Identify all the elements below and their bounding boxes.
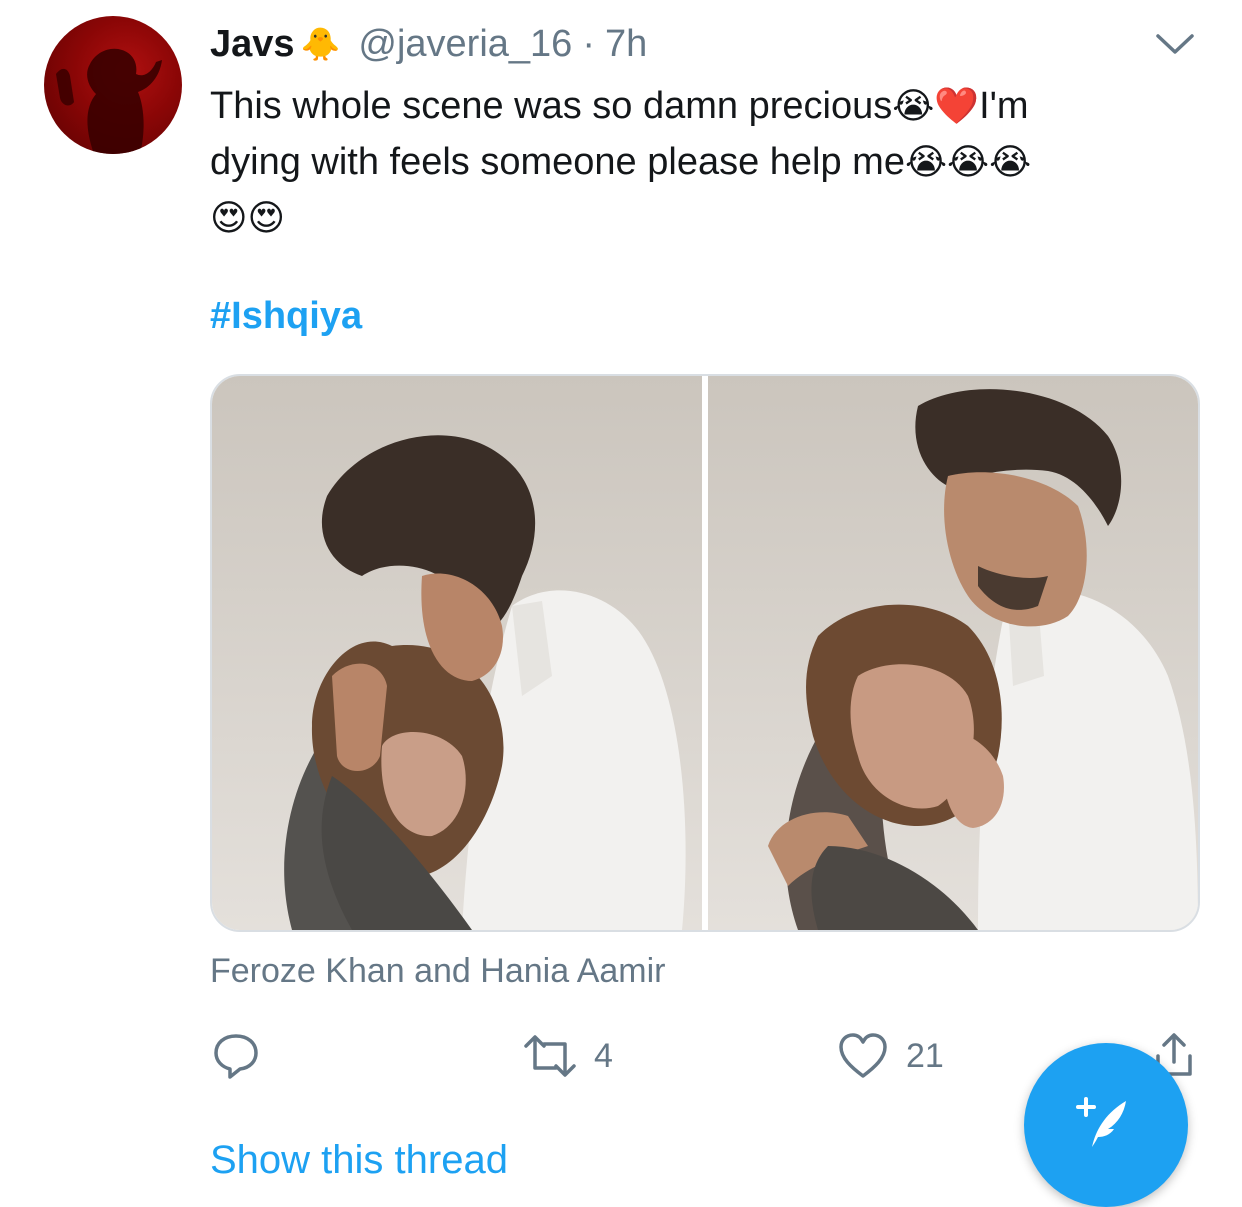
tweet-emoji-group-2: 😭😭😭	[904, 141, 1032, 182]
reply-icon	[214, 1034, 258, 1079]
author-name[interactable]: Javs	[210, 23, 295, 66]
avatar-silhouette	[56, 48, 162, 154]
compose-tweet-button[interactable]	[1024, 1043, 1188, 1207]
like-icon	[839, 1033, 887, 1078]
reply-button[interactable]	[210, 1030, 262, 1082]
author-emoji: 🐥	[300, 26, 341, 62]
hashtag-link[interactable]: #Ishqiya	[210, 295, 362, 338]
photo-right[interactable]	[708, 376, 1198, 930]
tweet-text: This whole scene was so damn precious😭❤️…	[210, 78, 1190, 246]
meta-separator: ·	[582, 22, 595, 65]
photo-right-image	[708, 376, 1198, 930]
compose-tweet-icon	[1076, 1097, 1126, 1147]
tweet-text-line2: dying with feels someone please help me	[210, 141, 905, 183]
tweet-text-line1: This whole scene was so damn precious	[210, 85, 893, 127]
avatar[interactable]	[44, 16, 182, 154]
photo-left[interactable]	[212, 376, 702, 930]
retweet-icon	[524, 1035, 576, 1077]
tweet-text-line1-end: I'm	[979, 85, 1029, 127]
photo-left-image	[212, 376, 702, 930]
chevron-down-icon[interactable]	[1154, 28, 1196, 58]
show-thread-link[interactable]: Show this thread	[210, 1138, 508, 1183]
tweet-timestamp[interactable]: 7h	[605, 23, 647, 66]
tweet-emoji-group-3: 😍😍	[210, 197, 286, 238]
media-caption: Feroze Khan and Hania Aamir	[210, 952, 666, 990]
tweet-emoji-group-1: 😭❤️	[892, 85, 980, 126]
like-count: 21	[906, 1036, 944, 1075]
retweet-count: 4	[594, 1036, 613, 1075]
media-grid	[210, 374, 1200, 932]
author-handle[interactable]: @javeria_16	[358, 23, 572, 66]
retweet-button[interactable]: 4	[522, 1030, 613, 1082]
tweet-header: Javs 🐥 @javeria_16 · 7h	[210, 20, 647, 68]
like-button[interactable]: 21	[836, 1030, 944, 1082]
